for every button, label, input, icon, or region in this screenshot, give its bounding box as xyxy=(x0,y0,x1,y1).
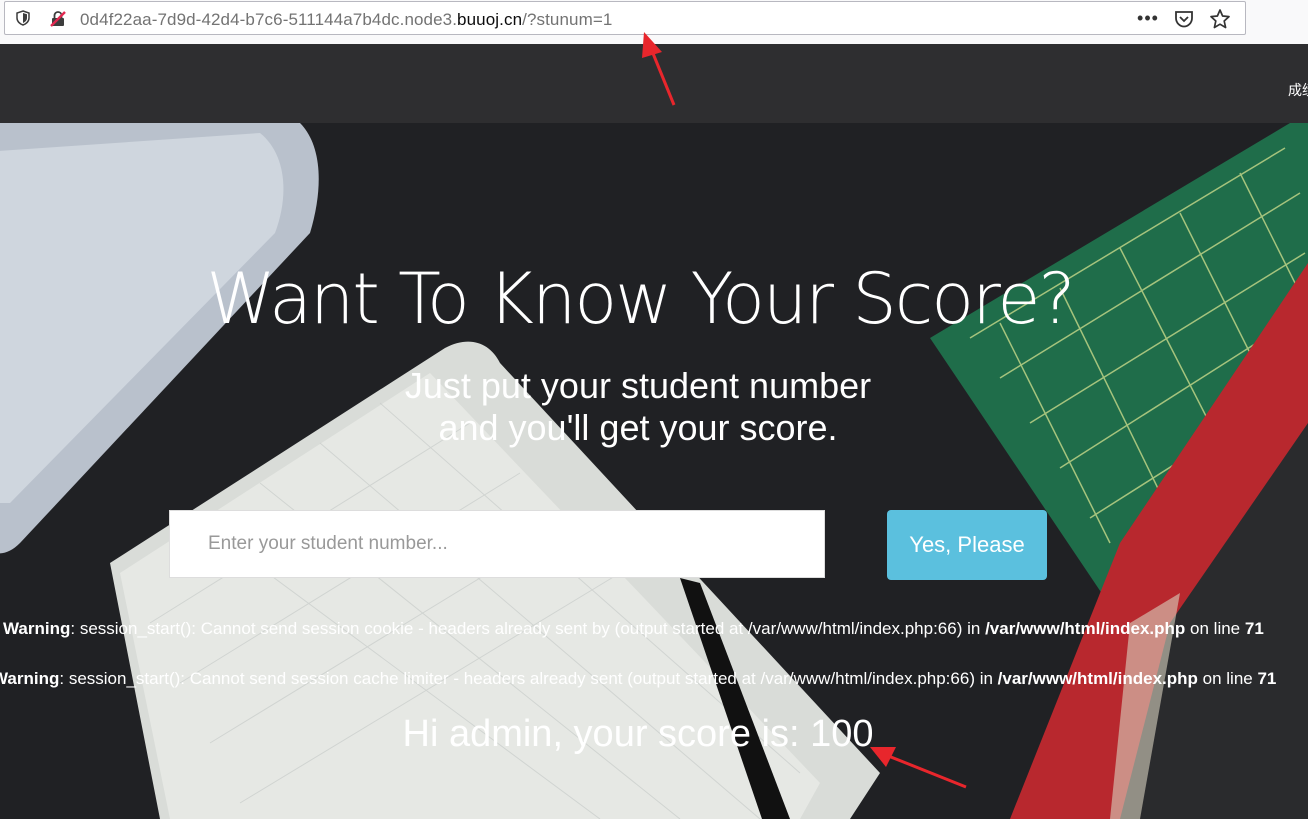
php-warning-1: Warning: session_start(): Cannot send se… xyxy=(3,619,1264,639)
php-warning-2: Warning: session_start(): Cannot send se… xyxy=(0,669,1276,689)
warning-line-number: 71 xyxy=(1257,669,1277,688)
warning-file: /var/www/html/index.php xyxy=(985,619,1186,638)
shield-icon[interactable] xyxy=(15,10,31,26)
submit-button[interactable]: Yes, Please xyxy=(887,510,1047,580)
url-text[interactable]: 0d4f22aa-7d9d-42d4-b7c6-511144a7b4dc.nod… xyxy=(80,10,612,30)
bookmark-star-icon[interactable] xyxy=(1209,8,1231,30)
warning-label: Warning xyxy=(3,619,71,638)
warning-file: /var/www/html/index.php xyxy=(997,669,1198,688)
headline: Want To Know Your Score? xyxy=(206,258,1075,340)
subheadline-line-2: and you'll get your score. xyxy=(438,407,838,448)
subheadline-line-1: Just put your student number xyxy=(404,365,872,406)
score-result: Hi admin, your score is: 100 xyxy=(402,713,874,755)
address-bar[interactable]: 0d4f22aa-7d9d-42d4-b7c6-511144a7b4dc.nod… xyxy=(4,1,1246,35)
warning-on-line: on line xyxy=(1185,619,1245,638)
subheadline: Just put your student number and you'll … xyxy=(0,365,1276,449)
nav-link-score[interactable]: 成绩 xyxy=(1288,80,1308,100)
pocket-icon[interactable] xyxy=(1173,8,1195,30)
warning-line-number: 71 xyxy=(1244,619,1264,638)
page-actions-icon[interactable]: ••• xyxy=(1137,8,1159,30)
annotation-arrow-url xyxy=(642,32,676,106)
warning-label: Warning xyxy=(0,669,60,688)
warning-on-line: on line xyxy=(1197,669,1258,688)
warning-message: : session_start(): Cannot send session c… xyxy=(70,619,986,638)
annotation-arrow-score xyxy=(870,747,967,789)
student-number-input[interactable]: Enter your student number... xyxy=(169,510,825,578)
hero-section: Want To Know Your Score? Just put your s… xyxy=(0,123,1308,819)
warning-message: : session_start(): Cannot send session c… xyxy=(59,669,998,688)
insecure-lock-icon[interactable] xyxy=(49,10,67,28)
